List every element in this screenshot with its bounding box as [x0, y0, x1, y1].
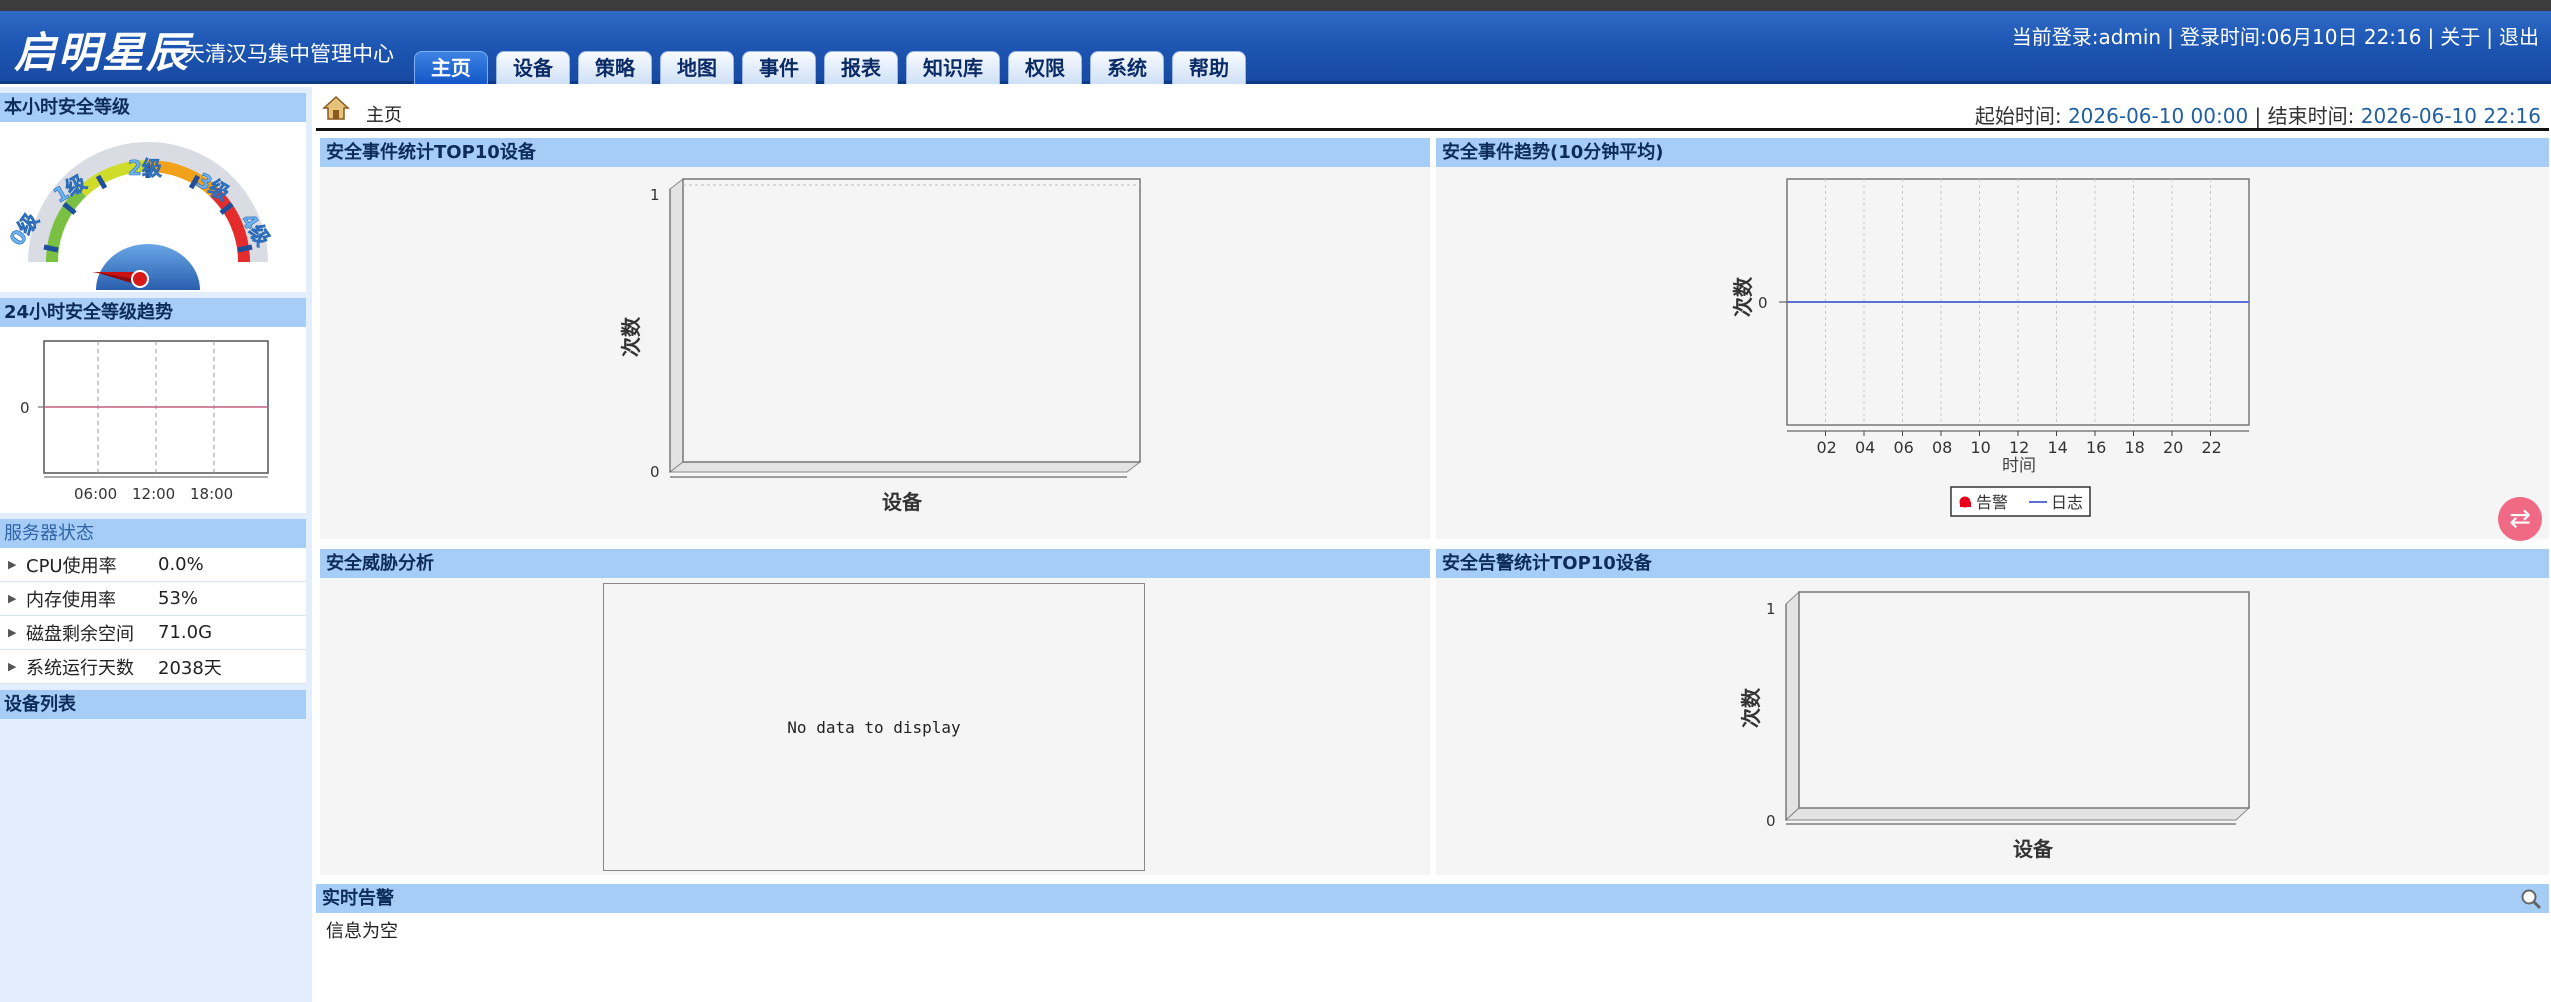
legend-log: 日志	[2051, 493, 2083, 512]
expand-arrow-icon[interactable]: ▶	[8, 558, 22, 571]
panel-threat-analysis: 安全威胁分析 No data to display	[320, 549, 1430, 875]
home-icon[interactable]	[322, 95, 350, 125]
device-list-title[interactable]: 设备列表	[0, 690, 306, 719]
about-link[interactable]: 关于	[2440, 25, 2480, 49]
trend-24h-xtick-2: 18:00	[190, 485, 233, 503]
tab-home[interactable]: 主页	[414, 51, 488, 84]
expand-arrow-icon[interactable]: ▶	[8, 660, 22, 673]
tab-map[interactable]: 地图	[660, 51, 734, 84]
threat-chart-area: No data to display	[603, 583, 1145, 871]
ytick-0: 0	[1766, 812, 1776, 830]
tab-permissions[interactable]: 权限	[1008, 51, 1082, 84]
window-top-strip	[0, 0, 2551, 11]
trend-24h-xtick-1: 12:00	[132, 485, 175, 503]
realtime-alerts-title-text: 实时告警	[322, 888, 394, 909]
current-user: 当前登录:admin	[2011, 25, 2162, 49]
panel-top10-events: 安全事件统计TOP10设备 1 0 次数 设备	[320, 138, 1430, 539]
stat-label: CPU使用率	[26, 555, 117, 577]
stat-row-uptime: ▶ 系统运行天数 2038天	[0, 650, 306, 684]
xtick-10: 10	[1971, 438, 1991, 457]
app-header: 启明星辰 天清汉马集中管理中心 当前登录:admin | 登录时间:06月10日 2…	[0, 11, 2551, 84]
main-nav: 主页 设备 策略 地图 事件 报表 知识库 权限 系统 帮助	[414, 51, 1254, 84]
start-time-value[interactable]: 2026-06-10 00:00	[2068, 104, 2248, 128]
panel-title: 安全事件统计TOP10设备	[320, 138, 1430, 167]
stat-label: 系统运行天数	[26, 657, 134, 679]
xtick-14: 14	[2048, 438, 2068, 457]
tab-reports[interactable]: 报表	[824, 51, 898, 84]
panel-title: 安全告警统计TOP10设备	[1436, 549, 2549, 578]
stat-value: 2038天	[158, 657, 222, 679]
xtick-12: 12	[2009, 438, 2029, 457]
ytick-0: 0	[1758, 294, 1768, 312]
alerts-empty-message: 信息为空	[326, 921, 398, 942]
panel-top10-alerts: 安全告警统计TOP10设备 1 0 次数 设备	[1436, 549, 2549, 875]
breadcrumb: 主页 起始时间: 2026-06-10 00:00 | 结束时间: 2026-0…	[316, 91, 2549, 131]
tab-system[interactable]: 系统	[1090, 51, 1164, 84]
breadcrumb-current: 主页	[366, 105, 402, 126]
search-icon[interactable]	[2519, 887, 2543, 920]
xtick-06: 06	[1894, 438, 1914, 457]
stat-value: 71.0G	[158, 622, 213, 643]
ytick-0: 0	[650, 463, 660, 481]
panel-title: 安全威胁分析	[320, 549, 1430, 578]
tab-devices[interactable]: 设备	[496, 51, 570, 84]
xtick-08: 08	[1932, 438, 1952, 457]
panel-event-trend: 安全事件趋势(10分钟平均) 0 02 04 06 08 10 12 14 16 18 20 22 …	[1436, 138, 2549, 539]
stat-row-disk: ▶ 磁盘剩余空间 71.0G	[0, 616, 306, 650]
y-axis-label: 次数	[1739, 687, 1763, 728]
tab-knowledge[interactable]: 知识库	[906, 51, 1000, 84]
stat-label: 内存使用率	[26, 589, 116, 611]
gauge-label-2: 2级	[128, 156, 162, 180]
xtick-02: 02	[1817, 438, 1837, 457]
stat-value: 53%	[158, 588, 199, 609]
legend-alarm: 告警	[1976, 493, 2008, 512]
trend-24h-chart: 0 06:00 12:00 18:00	[0, 327, 306, 513]
server-status-title: 服务器状态	[0, 519, 306, 548]
translate-icon[interactable]: ⇄	[2498, 497, 2542, 541]
realtime-alerts-title: 实时告警	[316, 884, 2549, 913]
x-axis-label: 设备	[2013, 837, 2054, 861]
x-axis-label: 设备	[882, 490, 923, 514]
start-time-label: 起始时间:	[1974, 104, 2062, 128]
brand-subtitle: 天清汉马集中管理中心	[184, 42, 394, 66]
end-time-value[interactable]: 2026-06-10 22:16	[2361, 104, 2541, 128]
stat-value: 0.0%	[158, 554, 204, 575]
ytick-1: 1	[650, 186, 660, 204]
stat-row-memory: ▶ 内存使用率 53%	[0, 582, 306, 616]
xtick-20: 20	[2163, 438, 2183, 457]
xtick-04: 04	[1855, 438, 1875, 457]
expand-arrow-icon[interactable]: ▶	[8, 592, 22, 605]
stat-label: 磁盘剩余空间	[26, 623, 134, 645]
trend-24h-ytick: 0	[20, 399, 30, 417]
tab-help[interactable]: 帮助	[1172, 51, 1246, 84]
main-content: 主页 起始时间: 2026-06-10 00:00 | 结束时间: 2026-0…	[316, 87, 2551, 1002]
panel-title: 安全事件趋势(10分钟平均)	[1436, 138, 2549, 167]
no-data-message: No data to display	[787, 717, 961, 737]
login-time: 登录时间:06月10日 22:16	[2179, 25, 2422, 49]
security-level-gauge: 0级 1级 2级 3级 4级	[0, 122, 306, 292]
xtick-16: 16	[2086, 438, 2106, 457]
y-axis-label: 次数	[619, 316, 643, 357]
x-axis-label: 时间	[2002, 456, 2036, 476]
stat-row-cpu: ▶ CPU使用率 0.0%	[0, 548, 306, 582]
trend-24h-title: 24小时安全等级趋势	[0, 298, 306, 327]
trend-24h-xtick-0: 06:00	[74, 485, 117, 503]
xtick-22: 22	[2202, 438, 2222, 457]
user-info: 当前登录:admin | 登录时间:06月10日 22:16 | 关于 | 退出	[2011, 25, 2539, 49]
end-time-label: 结束时间:	[2267, 104, 2355, 128]
time-range: 起始时间: 2026-06-10 00:00 | 结束时间: 2026-06-1…	[1974, 104, 2541, 128]
expand-arrow-icon[interactable]: ▶	[8, 626, 22, 639]
tab-events[interactable]: 事件	[742, 51, 816, 84]
y-axis-label: 次数	[1731, 276, 1755, 317]
ytick-1: 1	[1766, 600, 1776, 618]
logout-link[interactable]: 退出	[2499, 25, 2539, 49]
brand-logo: 启明星辰	[14, 28, 191, 77]
sidebar: 本小时安全等级 0级 1级 2级 3级 4级 24小时安全等级趋势 0 06:0…	[0, 87, 312, 1002]
tab-policy[interactable]: 策略	[578, 51, 652, 84]
hour-level-title: 本小时安全等级	[0, 93, 306, 122]
xtick-18: 18	[2125, 438, 2145, 457]
